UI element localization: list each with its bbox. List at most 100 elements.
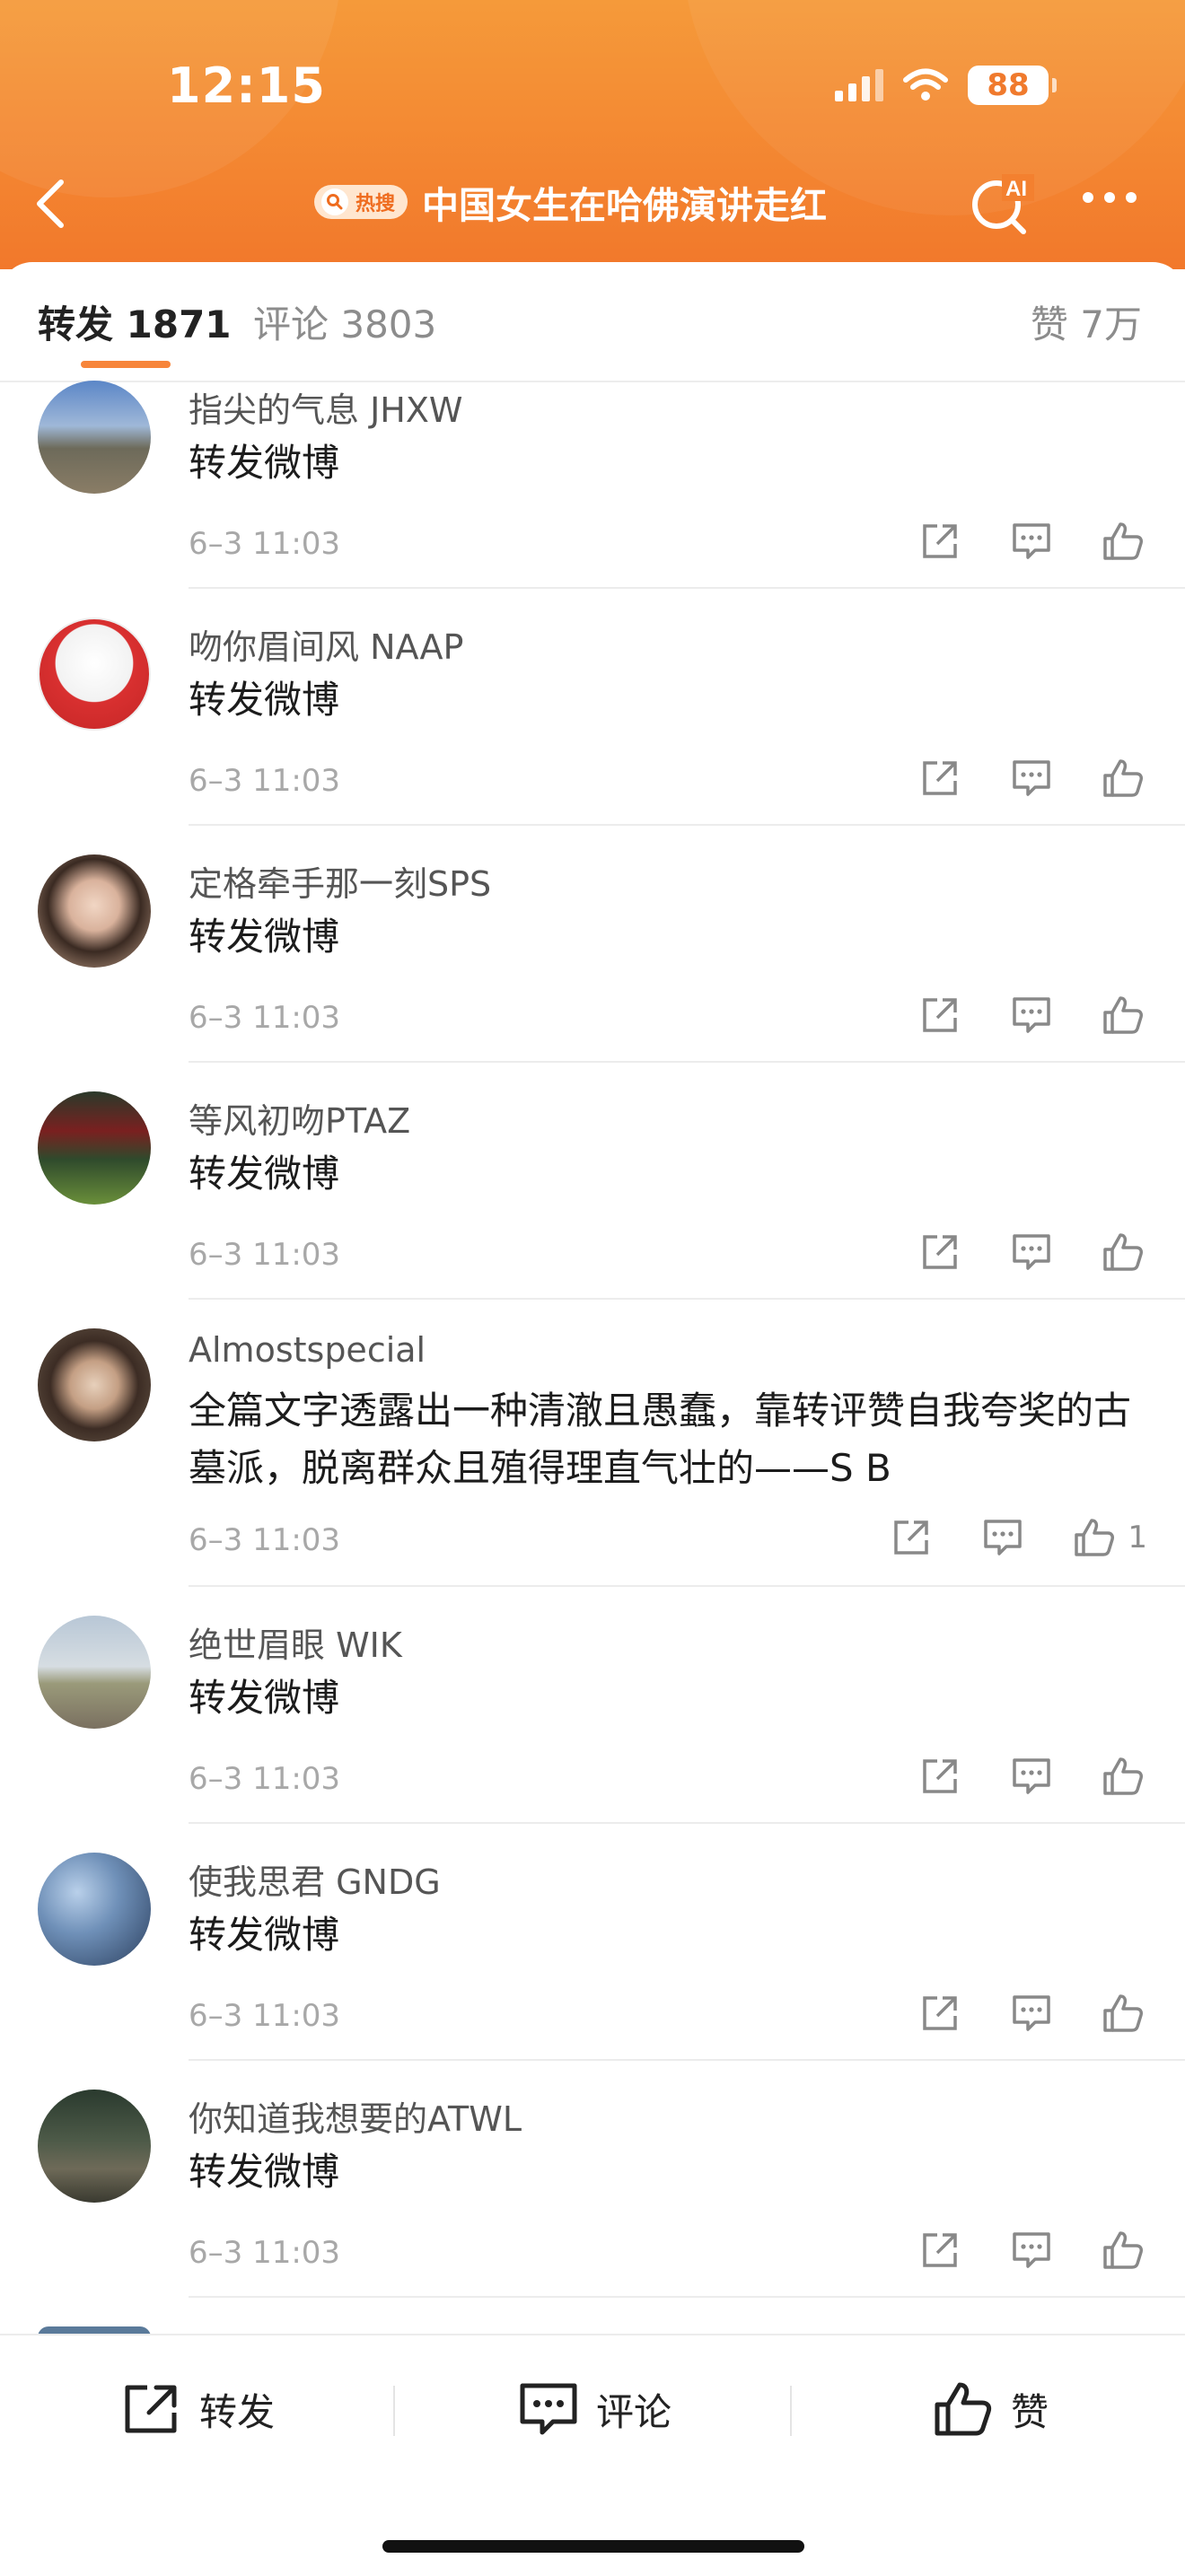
battery-indicator: 88 [968, 66, 1057, 105]
timestamp: 6–3 11:03 [189, 1761, 341, 1797]
comment-icon [1013, 1234, 1050, 1270]
username[interactable]: 绝世眉眼 WIK [189, 1617, 402, 1667]
repost-text: 转发微博 [189, 678, 340, 722]
share-icon [125, 2385, 177, 2433]
repost-button[interactable] [891, 1517, 932, 1558]
timestamp: 6–3 11:03 [189, 1000, 341, 1036]
hot-search-title[interactable]: 热搜 中国女生在哈佛演讲走红 [314, 172, 827, 232]
comment-button[interactable] [1011, 2230, 1052, 2271]
username[interactable]: Almostspecial [189, 1330, 426, 1370]
like-button[interactable] [1102, 1231, 1144, 1273]
tab-comment[interactable]: 评论 3803 [253, 294, 436, 349]
divider [790, 2386, 792, 2436]
repost-text: 转发微博 [189, 1676, 340, 1720]
like-count: 1 [1128, 1520, 1147, 1555]
comment-button[interactable] [1011, 521, 1052, 562]
bottom-comment-button[interactable]: 评论 [519, 2335, 672, 2483]
like-button[interactable] [1102, 758, 1144, 799]
like-group: 1 [1074, 1517, 1147, 1558]
item-actions [919, 1993, 1144, 2034]
avatar[interactable] [38, 1616, 151, 1729]
username[interactable]: 使我思君 GNDG [189, 1854, 441, 1904]
chevron-left-icon [37, 180, 64, 228]
home-indicator[interactable] [382, 2540, 804, 2553]
comment-button[interactable] [1011, 1756, 1052, 1797]
avatar[interactable] [38, 1091, 151, 1205]
like-button[interactable] [1102, 1993, 1144, 2034]
ai-search-button[interactable]: AI [966, 167, 1038, 239]
avatar[interactable] [38, 1853, 151, 1966]
comment-button[interactable] [1011, 1231, 1052, 1273]
avatar[interactable] [38, 2090, 151, 2203]
status-time: 12:15 [167, 57, 326, 114]
like-button[interactable] [1102, 2230, 1144, 2271]
comment-icon [1013, 523, 1050, 559]
back-button[interactable] [23, 172, 77, 235]
cellular-signal-icon [835, 69, 883, 101]
username[interactable]: 吻你眉间风 NAAP [189, 619, 463, 669]
repost-text: 转发微博 [189, 2150, 340, 2194]
repost-button[interactable] [919, 1993, 961, 2034]
thumbs-up-icon [1103, 1994, 1143, 2032]
item-actions [919, 2230, 1144, 2271]
repost-text: 转发微博 [189, 1152, 340, 1196]
username[interactable]: 指尖的气息 JHXW [189, 382, 462, 432]
thumbs-up-icon [1103, 522, 1143, 560]
avatar[interactable] [38, 381, 151, 494]
like-button[interactable] [1074, 1517, 1115, 1558]
item-actions [919, 758, 1144, 799]
repost-button[interactable] [919, 1231, 961, 1273]
avatar[interactable] [38, 854, 151, 968]
comment-button[interactable] [1011, 1993, 1052, 2034]
share-icon [923, 524, 957, 558]
more-dot-icon [1104, 192, 1115, 203]
repost-text: 转发微博 [189, 915, 340, 959]
like-button[interactable] [1102, 1756, 1144, 1797]
item-actions [919, 994, 1144, 1036]
hot-search-label: 热搜 [356, 193, 396, 215]
comment-button[interactable] [982, 1517, 1023, 1558]
share-icon [923, 1759, 957, 1793]
comment-button[interactable] [1011, 994, 1052, 1036]
bottom-like-label: 赞 [1011, 2389, 1049, 2434]
item-actions [919, 1231, 1144, 1273]
username[interactable]: 定格牵手那一刻SPS [189, 856, 491, 906]
avatar[interactable] [38, 618, 151, 731]
comment-button[interactable] [1011, 758, 1052, 799]
ai-label: AI [1005, 177, 1027, 201]
repost-text: 转发微博 [189, 441, 340, 485]
tab-like[interactable]: 赞 7万 [1031, 294, 1142, 349]
repost-button[interactable] [919, 2230, 961, 2271]
repost-text: 全篇文字透露出一种清澈且愚蠢，靠转评赞自我夸奖的古墓派，脱离群众且殖得理直气壮的… [189, 1389, 1132, 1490]
repost-button[interactable] [919, 521, 961, 562]
divider [189, 1298, 1185, 1300]
divider [189, 1822, 1185, 1824]
bottom-like-button[interactable]: 赞 [934, 2335, 1049, 2483]
divider [189, 2059, 1185, 2061]
comment-icon [984, 1520, 1023, 1555]
share-icon [923, 998, 957, 1032]
tab-repost[interactable]: 转发 1871 [38, 294, 232, 349]
like-button[interactable] [1102, 994, 1144, 1036]
comment-icon [1013, 2232, 1050, 2268]
tab-bar: 转发 1871 评论 3803 赞 7万 [0, 262, 1185, 382]
avatar[interactable] [38, 1328, 151, 1441]
divider [393, 2386, 395, 2436]
share-icon [923, 761, 957, 795]
repost-button[interactable] [919, 994, 961, 1036]
bottom-repost-button[interactable]: 转发 [122, 2335, 275, 2483]
repost-button[interactable] [919, 1756, 961, 1797]
bottom-comment-label: 评论 [596, 2389, 672, 2434]
bottom-repost-label: 转发 [199, 2389, 276, 2434]
repost-button[interactable] [919, 758, 961, 799]
more-dot-icon [1083, 192, 1093, 203]
more-options-button[interactable] [1083, 192, 1137, 203]
bottom-action-bar: 转发 评论 赞 [0, 2334, 1185, 2576]
username[interactable]: 等风初吻PTAZ [189, 1093, 410, 1143]
timestamp: 6–3 11:03 [189, 1998, 341, 2034]
thumbs-up-icon [935, 2382, 992, 2436]
timestamp: 6–3 11:03 [189, 1237, 341, 1273]
like-button[interactable] [1102, 521, 1144, 562]
username[interactable]: 你知道我想要的ATWL [189, 2091, 522, 2141]
item-actions [919, 521, 1144, 562]
